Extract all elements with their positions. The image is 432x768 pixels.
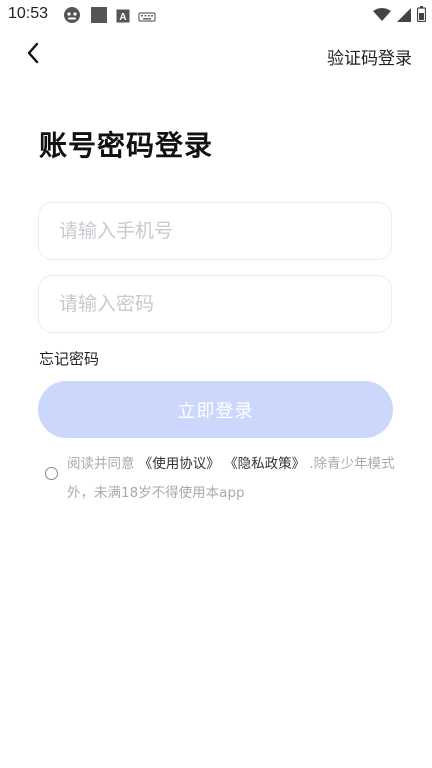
password-field[interactable]	[38, 275, 392, 333]
agreement-prefix: 阅读并同意	[67, 456, 135, 472]
status-time: 10:53	[8, 5, 49, 22]
login-screen: 10:53 A 验证码登录 账号密码登录 请输入手机号 忘记密码 立即登录 阅读…	[0, 0, 432, 768]
back-button[interactable]	[18, 40, 48, 70]
user-agreement-link[interactable]: 《使用协议》	[139, 456, 220, 472]
forgot-password-link[interactable]: 忘记密码	[39, 348, 99, 369]
agreement-checkbox[interactable]	[45, 467, 58, 480]
status-system-icons	[373, 6, 427, 26]
a-notification-icon: A	[116, 8, 130, 27]
phone-input[interactable]	[39, 203, 391, 259]
keyboard-icon	[138, 8, 156, 27]
wifi-icon	[373, 7, 391, 26]
privacy-policy-link[interactable]: 《隐私政策》	[224, 456, 305, 472]
status-bar: 10:53 A	[0, 0, 432, 30]
chevron-left-icon	[26, 42, 40, 68]
password-input[interactable]	[39, 276, 391, 332]
square-notification-icon	[90, 6, 108, 28]
svg-text:A: A	[119, 12, 126, 23]
phone-field[interactable]	[38, 202, 392, 260]
android-debug-icon	[62, 6, 82, 28]
signal-icon	[397, 7, 411, 26]
agreement-text: 阅读并同意 《使用协议》 《隐私政策》 .除青少年模式外，未满18岁不得使用本a…	[67, 450, 397, 508]
battery-icon	[416, 6, 427, 26]
page-title: 账号密码登录	[39, 129, 214, 162]
login-button[interactable]: 立即登录	[38, 381, 393, 438]
sms-code-login-link[interactable]: 验证码登录	[327, 44, 412, 69]
status-notification-icons: A	[62, 6, 156, 28]
